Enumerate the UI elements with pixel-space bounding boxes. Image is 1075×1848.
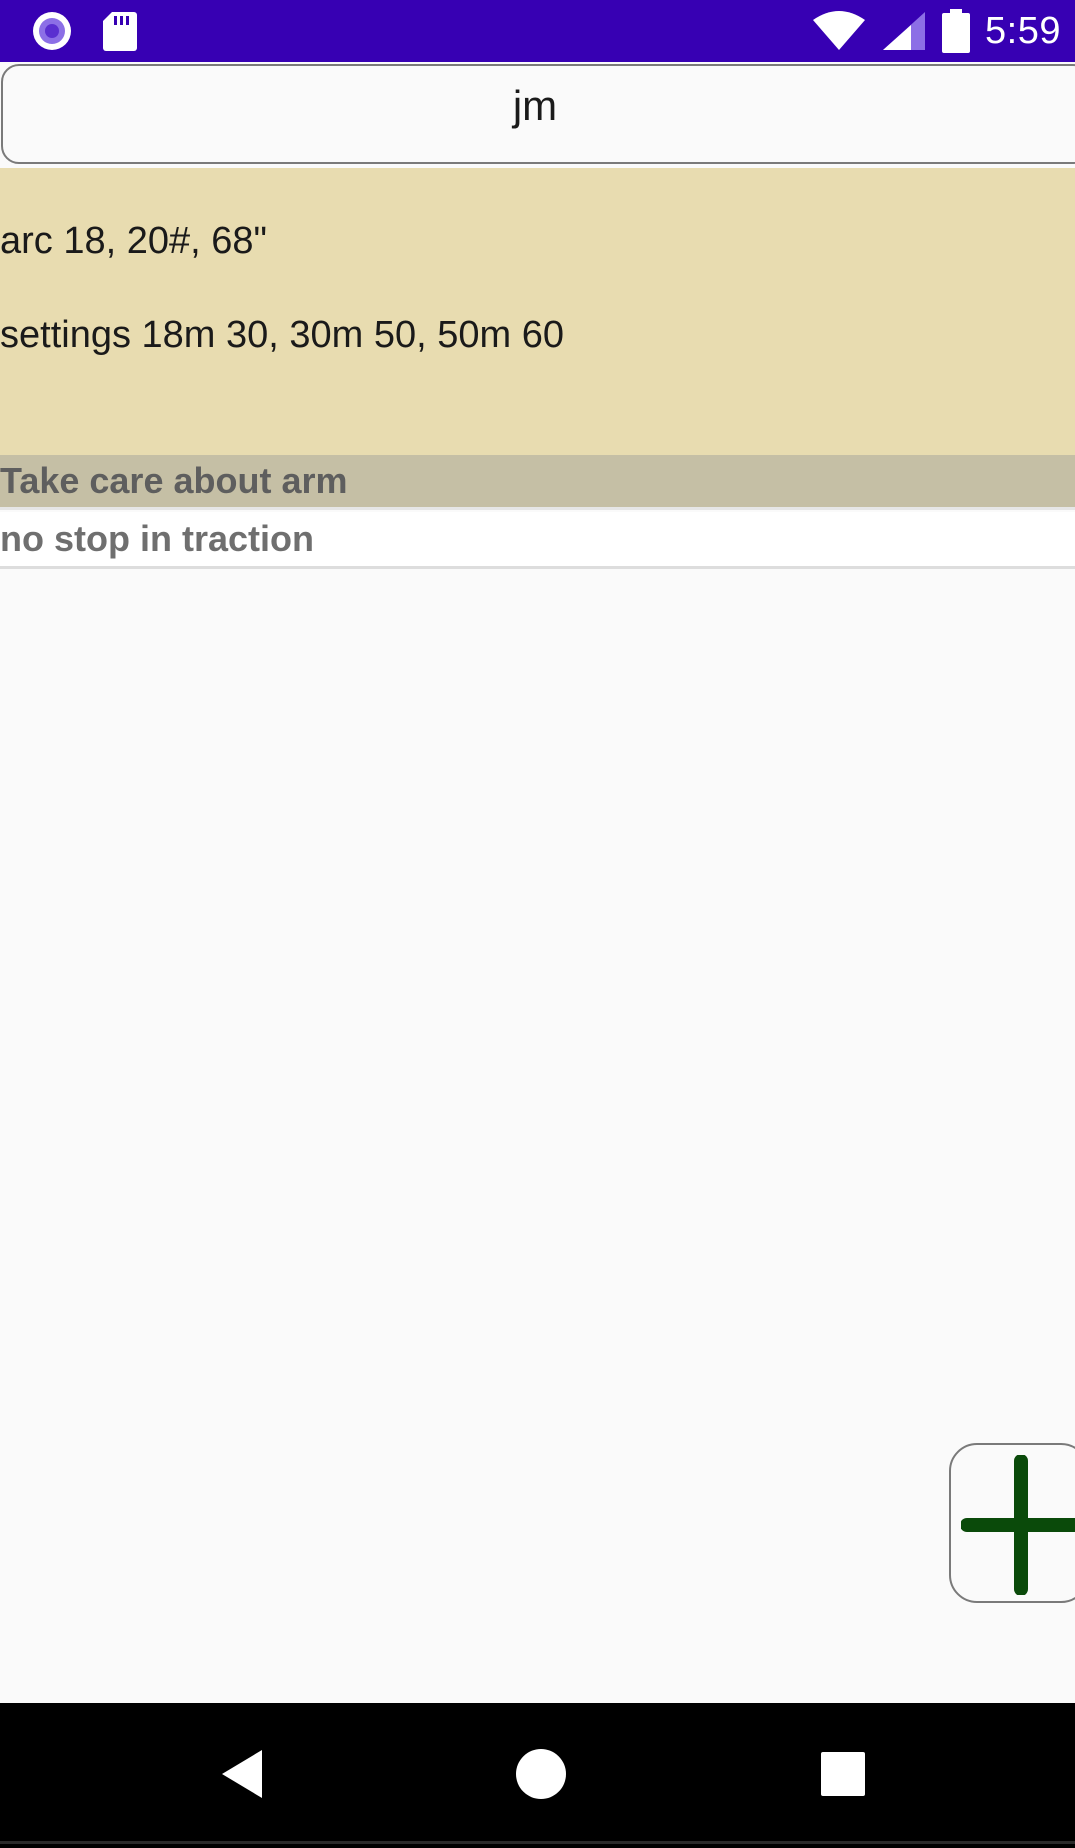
back-icon [218,1748,266,1805]
plus-icon [960,1454,1075,1600]
status-bar: 5:59 [0,0,1075,62]
nav-divider [0,1841,1075,1844]
info-line-settings: settings 18m 30, 30m 50, 50m 60 [0,314,564,356]
wifi-icon [811,10,867,52]
battery-icon [941,8,971,54]
status-bar-right: 5:59 [811,8,1061,54]
screen: 5:59 jm arc 18, 20#, 68" settings 18m 30… [0,0,1075,1848]
status-time: 5:59 [985,9,1061,52]
list-item[interactable]: Take care about arm [0,455,1075,510]
notification-circle-icon [30,9,74,53]
list-item-text: no stop in traction [0,518,314,559]
list-item-text: Take care about arm [0,460,348,501]
status-bar-left [30,8,138,54]
home-icon [515,1748,567,1805]
recents-button[interactable] [813,1746,873,1806]
navigation-bar [0,1703,1075,1848]
add-note-button[interactable] [949,1443,1075,1603]
recents-icon [819,1750,867,1803]
list-item[interactable]: no stop in traction [0,512,1075,569]
title-text: jm [512,82,558,129]
sd-card-icon [102,10,138,52]
info-panel[interactable]: arc 18, 20#, 68" settings 18m 30, 30m 50… [0,168,1075,455]
info-line-bow: arc 18, 20#, 68" [0,220,268,262]
back-button[interactable] [212,1746,272,1806]
home-button[interactable] [511,1746,571,1806]
cell-signal-icon [881,10,927,52]
title-field[interactable]: jm [1,64,1075,164]
